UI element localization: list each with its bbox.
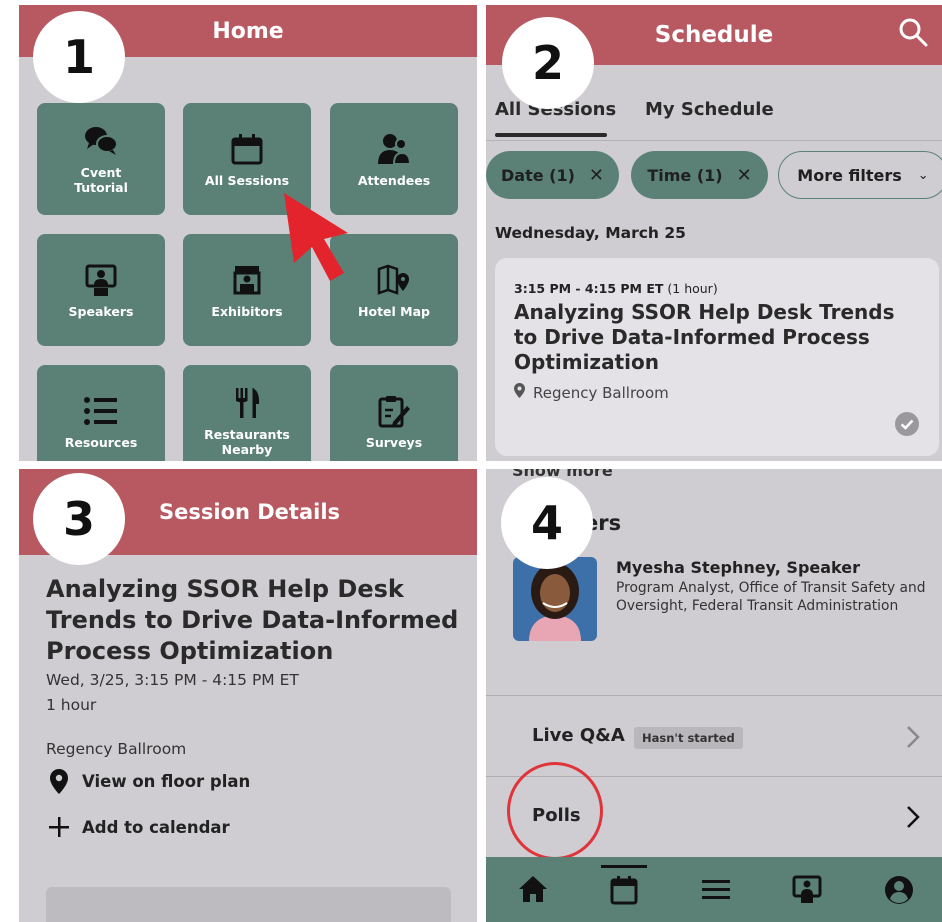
location-pin-icon xyxy=(514,383,525,402)
chip-label: Time (1) xyxy=(647,165,723,185)
tile-cvent-tutorial[interactable]: Cvent Tutorial xyxy=(37,103,165,215)
tile-label: Resources xyxy=(64,434,138,450)
map-pin-icon xyxy=(374,262,414,298)
tile-speakers[interactable]: Speakers xyxy=(37,234,165,346)
home-icon[interactable] xyxy=(518,875,548,907)
active-nav-indicator xyxy=(601,865,647,868)
chevron-down-icon: ⌄ xyxy=(917,167,929,183)
floor-plan-label: View on floor plan xyxy=(82,772,251,791)
step-badge-3: 3 xyxy=(33,473,125,565)
add-to-calendar-link[interactable]: Add to calendar xyxy=(46,816,230,838)
list-icon xyxy=(81,393,121,429)
tab-my-schedule[interactable]: My Schedule xyxy=(645,99,774,120)
step-badge-1: 1 xyxy=(33,11,125,103)
profile-icon[interactable] xyxy=(884,875,914,909)
session-time: 3:15 PM - 4:15 PM ET (1 hour) xyxy=(514,281,718,296)
chevron-right-icon[interactable] xyxy=(906,725,920,753)
tile-label: Restaurants Nearby xyxy=(204,427,290,457)
chip-label: More filters xyxy=(797,165,902,185)
schedule-title: Schedule xyxy=(654,22,774,48)
tile-surveys[interactable]: Surveys xyxy=(330,365,458,461)
chevron-right-icon[interactable] xyxy=(906,805,920,833)
check-circle-icon[interactable] xyxy=(895,412,919,440)
session-card[interactable]: 3:15 PM - 4:15 PM ET (1 hour) Analyzing … xyxy=(495,258,939,456)
divider xyxy=(486,695,942,696)
tile-label: Hotel Map xyxy=(358,303,430,319)
utensils-icon xyxy=(227,385,267,421)
close-icon[interactable]: ✕ xyxy=(589,165,604,186)
active-tab-indicator xyxy=(495,133,607,137)
clipboard-icon xyxy=(374,393,414,429)
tile-label: Cvent Tutorial xyxy=(74,165,128,195)
session-datetime: Wed, 3/25, 3:15 PM - 4:15 PM ET xyxy=(46,671,299,689)
content-placeholder xyxy=(46,887,451,922)
search-icon[interactable] xyxy=(898,17,928,51)
presenter-icon[interactable] xyxy=(792,875,822,909)
attendees-icon xyxy=(374,131,414,167)
close-icon[interactable]: ✕ xyxy=(737,165,752,186)
location-pin-icon xyxy=(46,769,72,794)
date-heading: Wednesday, March 25 xyxy=(495,224,686,242)
tile-label: Attendees xyxy=(357,172,431,188)
bottom-nav-bar xyxy=(486,857,942,922)
home-title: Home xyxy=(212,18,284,44)
chip-label: Date (1) xyxy=(501,165,575,185)
polls-highlight-circle xyxy=(507,762,603,860)
schedule-panel: Schedule 2 All Sessions My Schedule Date… xyxy=(486,5,942,461)
location-text: Regency Ballroom xyxy=(533,383,669,402)
add-calendar-label: Add to calendar xyxy=(82,817,230,837)
tile-resources[interactable]: Resources xyxy=(37,365,165,461)
view-floor-plan-link[interactable]: View on floor plan xyxy=(46,769,250,794)
tile-label: Exhibitors xyxy=(211,303,283,319)
tile-label: Speakers xyxy=(68,303,134,319)
speakers-polls-panel: Show more Speakers 4 Myesha Stephney, Sp… xyxy=(486,469,942,922)
time-filter-chip[interactable]: Time (1) ✕ xyxy=(631,151,768,199)
step-badge-4: 4 xyxy=(501,477,593,569)
session-details-panel: Session Details 3 Analyzing SSOR Help De… xyxy=(19,469,477,922)
live-qa-label[interactable]: Live Q&A xyxy=(532,725,625,746)
show-more-link[interactable]: Show more xyxy=(512,469,613,480)
red-arrow-pointer-icon xyxy=(284,193,364,289)
speaker-name[interactable]: Myesha Stephney, Speaker xyxy=(616,558,860,577)
menu-icon[interactable] xyxy=(701,879,731,905)
session-duration: 1 hour xyxy=(46,696,97,714)
home-panel: Home 1 Cvent Tutorial All Sessions Atten… xyxy=(19,5,477,461)
qa-status-badge: Hasn't started xyxy=(634,727,743,749)
session-title: Analyzing SSOR Help Desk Trends to Drive… xyxy=(46,575,459,665)
session-title: Analyzing SSOR Help Desk Trends to Drive… xyxy=(514,300,895,374)
speaker-avatar[interactable] xyxy=(513,557,597,641)
presenter-icon xyxy=(81,262,121,298)
booth-icon xyxy=(227,262,267,298)
tile-label: All Sessions xyxy=(204,172,290,188)
step-badge-2: 2 xyxy=(502,17,594,109)
speaker-description: Program Analyst, Office of Transit Safet… xyxy=(616,580,926,614)
calendar-icon xyxy=(227,131,267,167)
date-filter-chip[interactable]: Date (1) ✕ xyxy=(486,151,619,199)
calendar-icon[interactable] xyxy=(610,875,638,909)
chat-bubbles-icon xyxy=(81,123,121,159)
tile-label: Surveys xyxy=(365,434,423,450)
plus-icon xyxy=(46,816,72,838)
session-details-title: Session Details xyxy=(159,500,341,524)
session-location: Regency Ballroom xyxy=(46,740,187,758)
more-filters-chip[interactable]: More filters ⌄ xyxy=(778,151,942,199)
session-location: Regency Ballroom xyxy=(514,383,669,402)
tile-restaurants-nearby[interactable]: Restaurants Nearby xyxy=(183,365,311,461)
